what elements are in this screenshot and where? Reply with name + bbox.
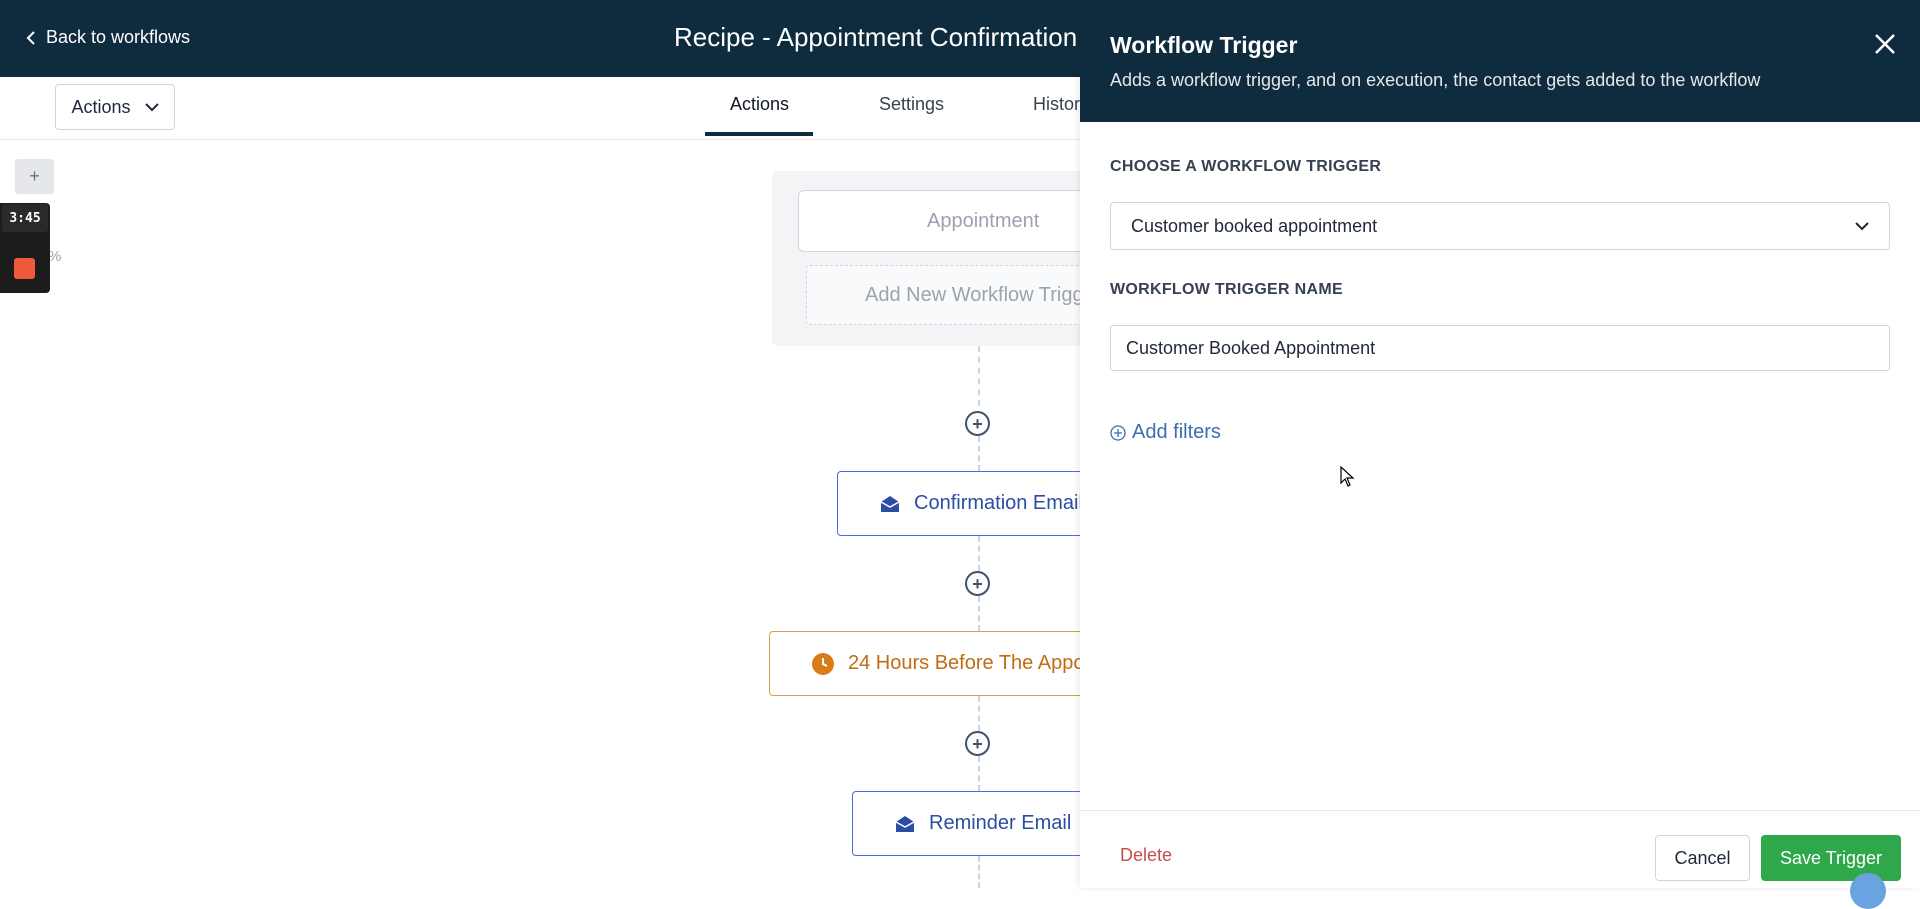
actions-dropdown-label: Actions — [71, 96, 131, 117]
add-step-button[interactable]: + — [965, 571, 990, 596]
actions-dropdown[interactable]: Actions — [55, 84, 175, 130]
workflow-trigger-panel: Workflow Trigger Adds a workflow trigger… — [1080, 0, 1920, 888]
mouse-cursor-icon — [1340, 466, 1355, 487]
stop-recording-button[interactable] — [14, 258, 35, 279]
chevron-down-icon — [144, 102, 159, 111]
envelope-icon — [895, 815, 915, 833]
trigger-name-input[interactable] — [1110, 325, 1890, 371]
choose-trigger-label: CHOOSE A WORKFLOW TRIGGER — [1110, 158, 1382, 175]
tab-history[interactable]: Histor — [1033, 94, 1080, 115]
delete-button[interactable]: Delete — [1120, 845, 1172, 866]
back-label: Back to workflows — [46, 27, 191, 47]
chevron-left-icon — [26, 30, 35, 45]
plus-circle-icon — [1110, 424, 1126, 441]
chevron-down-icon — [1855, 221, 1869, 230]
connector-line — [978, 696, 980, 731]
connector-line — [978, 436, 980, 471]
help-chat-icon[interactable] — [1850, 873, 1886, 909]
connector-line — [978, 536, 980, 571]
envelope-icon — [880, 495, 900, 513]
node-reminder-email[interactable]: Reminder Email — [852, 791, 1102, 856]
connector-line — [978, 596, 980, 631]
clock-icon — [812, 652, 834, 675]
zoom-percent: % — [48, 248, 62, 265]
node-label: Reminder Email — [929, 812, 1072, 834]
add-filters-label: Add filters — [1132, 421, 1221, 443]
back-to-workflows-link[interactable]: Back to workflows — [26, 27, 190, 48]
node-label: 24 Hours Before The Appo — [848, 652, 1085, 674]
tab-actions[interactable]: Actions — [730, 94, 789, 115]
node-label: Confirmation Email — [914, 492, 1083, 514]
panel-footer: Delete Cancel Save Trigger — [1080, 810, 1920, 889]
page-title: Recipe - Appointment Confirmation - — [674, 22, 1094, 52]
connector-line — [978, 346, 980, 406]
panel-header: Workflow Trigger Adds a workflow trigger… — [1080, 0, 1920, 122]
save-trigger-button[interactable]: Save Trigger — [1761, 835, 1901, 881]
connector-line — [978, 756, 980, 791]
selected-trigger: Customer booked appointment — [1131, 215, 1378, 236]
add-step-button[interactable]: + — [965, 731, 990, 756]
connector-line — [978, 856, 980, 888]
node-confirmation-email[interactable]: Confirmation Email — [837, 471, 1097, 536]
zoom-in-button[interactable]: + — [15, 159, 54, 194]
trigger-type-select[interactable]: Customer booked appointment — [1110, 202, 1890, 250]
tab-settings[interactable]: Settings — [879, 94, 944, 115]
recorder-time: 3:45 — [2, 204, 48, 232]
cancel-button[interactable]: Cancel — [1655, 835, 1750, 881]
add-filters-link[interactable]: Add filters — [1110, 421, 1221, 444]
add-step-button[interactable]: + — [965, 411, 990, 436]
panel-subtitle: Adds a workflow trigger, and on executio… — [1110, 70, 1761, 90]
node-wait-24-hours[interactable]: 24 Hours Before The Appo — [769, 631, 1099, 696]
close-icon[interactable] — [1873, 32, 1897, 56]
active-tab-indicator — [705, 132, 813, 136]
panel-title: Workflow Trigger — [1110, 32, 1298, 58]
trigger-name-label: WORKFLOW TRIGGER NAME — [1110, 281, 1343, 298]
